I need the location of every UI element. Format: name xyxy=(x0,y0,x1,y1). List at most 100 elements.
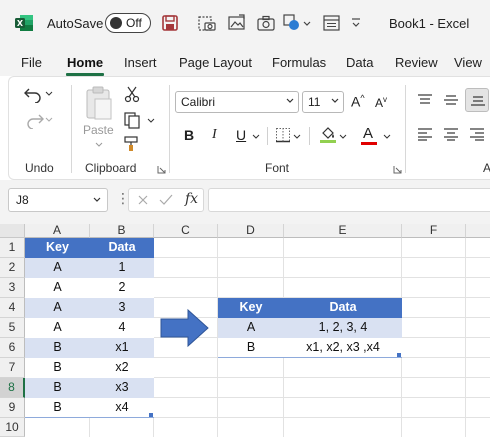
select-all-corner[interactable] xyxy=(0,224,25,238)
row-header-selected[interactable]: 8 xyxy=(0,378,25,398)
chevron-down-icon[interactable] xyxy=(293,133,301,141)
font-color-button[interactable]: A xyxy=(363,125,373,142)
table-cell[interactable]: A xyxy=(218,318,284,338)
cut-icon[interactable] xyxy=(123,85,141,103)
row-header[interactable]: 10 xyxy=(0,418,25,437)
cancel-icon[interactable] xyxy=(137,194,149,206)
row-header[interactable]: 4 xyxy=(0,298,25,318)
table-cell[interactable]: 1 xyxy=(90,258,154,278)
decrease-font-size-button[interactable]: Av xyxy=(375,95,387,110)
table-resize-handle[interactable] xyxy=(149,413,153,417)
table-cell[interactable]: x1 xyxy=(90,338,154,358)
row-header[interactable]: 7 xyxy=(0,358,25,378)
table-cell[interactable]: A xyxy=(25,258,90,278)
tab-data[interactable]: Data xyxy=(346,55,373,70)
table-cell[interactable]: A xyxy=(25,318,90,338)
chevron-down-icon[interactable] xyxy=(339,133,347,141)
italic-button[interactable]: I xyxy=(212,127,217,143)
table-cell[interactable]: B xyxy=(218,338,284,358)
fill-color-icon[interactable] xyxy=(319,125,337,143)
table-cell[interactable]: B xyxy=(25,358,90,378)
align-middle-icon[interactable] xyxy=(443,93,459,107)
row-header[interactable]: 2 xyxy=(0,258,25,278)
insert-function-button[interactable]: fx xyxy=(185,191,198,207)
chevron-down-icon[interactable] xyxy=(302,13,312,33)
tab-review[interactable]: Review xyxy=(395,55,438,70)
chevron-down-icon[interactable] xyxy=(147,117,155,125)
save-icon[interactable] xyxy=(160,13,180,33)
camera-icon[interactable] xyxy=(197,13,217,33)
copy-icon[interactable] xyxy=(123,111,141,129)
bold-button[interactable]: B xyxy=(184,127,194,143)
row-header[interactable]: 6 xyxy=(0,338,25,358)
row-header[interactable]: 5 xyxy=(0,318,25,338)
dialog-launcher-icon[interactable] xyxy=(393,165,402,174)
undo-icon[interactable] xyxy=(23,85,45,103)
table-cell[interactable]: B xyxy=(25,378,90,398)
paste-label[interactable]: Paste xyxy=(83,123,114,137)
redo-icon[interactable] xyxy=(23,111,45,129)
tab-formulas[interactable]: Formulas xyxy=(272,55,326,70)
dialog-launcher-icon[interactable] xyxy=(157,165,166,174)
result-header-data[interactable]: Data xyxy=(284,298,402,318)
table-cell[interactable]: 1, 2, 3, 4 xyxy=(284,318,402,338)
source-header-data[interactable]: Data xyxy=(90,238,154,258)
customize-toolbar-icon[interactable] xyxy=(350,13,362,33)
table-cell[interactable]: B xyxy=(25,398,90,418)
tab-file[interactable]: File xyxy=(21,55,42,70)
row-header[interactable]: 1 xyxy=(0,238,25,258)
column-header-d[interactable]: D xyxy=(218,224,284,238)
table-cell[interactable]: x4 xyxy=(90,398,154,418)
name-box[interactable]: J8 xyxy=(8,188,108,212)
align-bottom-button[interactable] xyxy=(465,88,489,112)
align-center-icon[interactable] xyxy=(443,127,459,141)
table-cell[interactable]: 2 xyxy=(90,278,154,298)
source-header-key[interactable]: Key xyxy=(25,238,90,258)
tab-page-layout[interactable]: Page Layout xyxy=(179,55,252,70)
borders-icon[interactable] xyxy=(275,127,291,143)
format-painter-icon[interactable] xyxy=(123,135,141,153)
row-header[interactable]: 9 xyxy=(0,398,25,418)
table-cell[interactable]: A xyxy=(25,298,90,318)
tab-home[interactable]: Home xyxy=(67,55,103,70)
align-top-icon[interactable] xyxy=(417,93,433,107)
table-cell[interactable]: x3 xyxy=(90,378,154,398)
form-icon[interactable] xyxy=(322,13,342,33)
chevron-down-icon[interactable] xyxy=(252,133,260,141)
autosave-toggle[interactable]: Off xyxy=(105,13,151,33)
font-size-select[interactable]: 11 xyxy=(302,91,344,113)
underline-button[interactable]: U xyxy=(236,127,246,143)
enter-check-icon[interactable] xyxy=(159,194,173,206)
align-left-icon[interactable] xyxy=(417,127,433,141)
font-name-select[interactable]: Calibri xyxy=(175,91,299,113)
table-cell[interactable]: x1, x2, x3 ,x4 xyxy=(284,338,402,358)
result-header-key[interactable]: Key xyxy=(218,298,284,318)
row-header[interactable]: 3 xyxy=(0,278,25,298)
column-header-f[interactable]: F xyxy=(402,224,466,238)
column-header-a[interactable]: A xyxy=(25,224,90,238)
table-cell[interactable]: A xyxy=(25,278,90,298)
table-cell[interactable]: 4 xyxy=(90,318,154,338)
paste-icon[interactable] xyxy=(83,85,115,121)
camera-icon[interactable] xyxy=(256,13,276,33)
chevron-down-icon[interactable] xyxy=(45,116,53,124)
column-header-b[interactable]: B xyxy=(90,224,154,238)
table-resize-handle[interactable] xyxy=(397,353,401,357)
shapes-icon[interactable] xyxy=(282,13,302,33)
increase-font-size-button[interactable]: A^ xyxy=(351,93,365,110)
column-header-g[interactable] xyxy=(466,224,490,238)
table-cell[interactable]: 3 xyxy=(90,298,154,318)
tab-insert[interactable]: Insert xyxy=(124,55,157,70)
chevron-down-icon[interactable] xyxy=(95,141,103,149)
image-icon[interactable] xyxy=(227,13,247,33)
worksheet-grid[interactable]: A B C D E F 1 2 3 4 5 6 7 8 9 10 Key Dat… xyxy=(0,224,490,437)
chevron-down-icon[interactable] xyxy=(92,193,102,207)
tab-view[interactable]: View xyxy=(454,55,482,70)
chevron-down-icon[interactable] xyxy=(45,90,53,98)
formula-input[interactable] xyxy=(208,188,490,212)
column-header-e[interactable]: E xyxy=(284,224,402,238)
align-right-icon[interactable] xyxy=(469,127,485,141)
table-cell[interactable]: B xyxy=(25,338,90,358)
column-header-c[interactable]: C xyxy=(154,224,218,238)
table-cell[interactable]: x2 xyxy=(90,358,154,378)
